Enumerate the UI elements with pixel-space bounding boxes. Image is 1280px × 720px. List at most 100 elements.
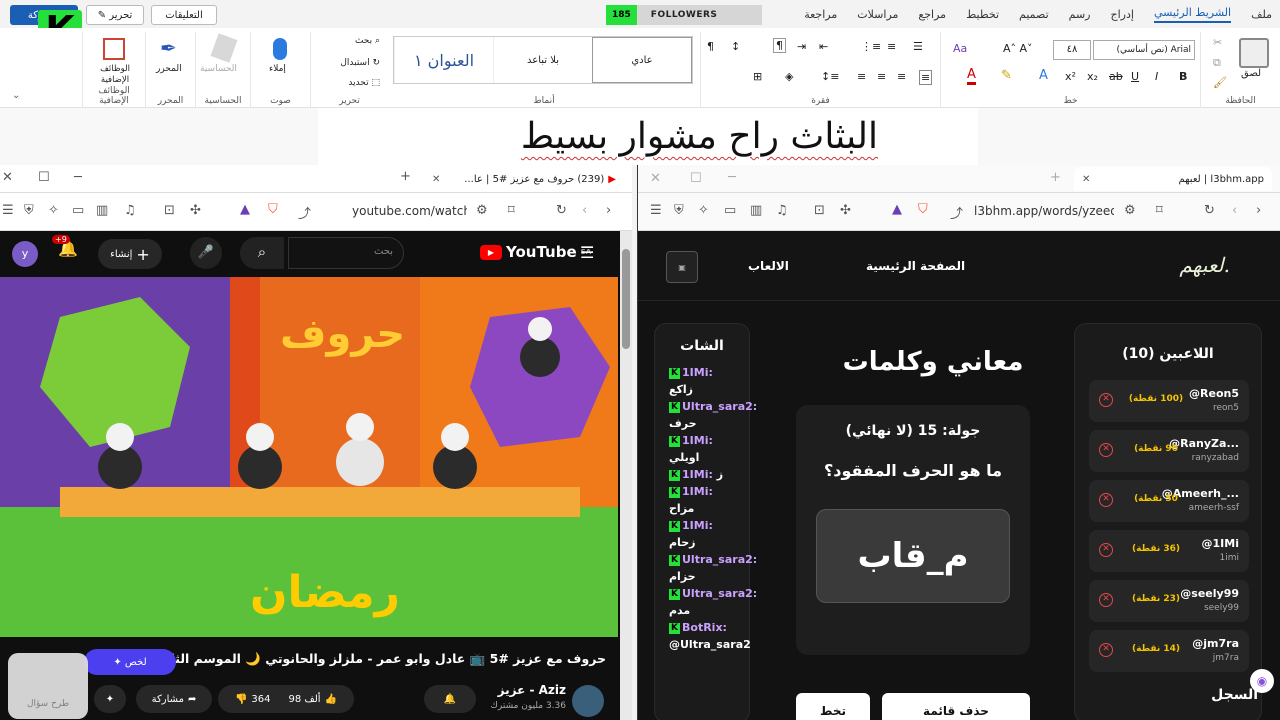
channel-name[interactable]: Aziz - عزيز <box>486 683 566 697</box>
document-text[interactable]: البثاث راح مشوار بسيط <box>521 116 878 157</box>
sidebar-icon[interactable]: ▥ <box>750 203 762 218</box>
bell-subscribe-button[interactable]: 🔔 <box>424 685 476 713</box>
collapse-ribbon-icon[interactable]: ⌄ <box>12 90 20 101</box>
channel-avatar[interactable] <box>572 685 604 717</box>
find-button[interactable]: ⌕ بحث <box>355 36 380 46</box>
sensitivity-icon[interactable] <box>210 33 238 63</box>
search-button[interactable]: ⌕ <box>240 237 284 269</box>
text-effects-icon[interactable]: A <box>1039 68 1048 83</box>
bookmark-icon[interactable]: ⌑ <box>1156 203 1163 218</box>
tab-l3bhm[interactable]: l3bhm.app | لعبهم ✕ <box>1074 167 1272 191</box>
outdent-icon[interactable]: ⇥ <box>797 40 806 53</box>
paste-icon[interactable] <box>1239 38 1269 68</box>
rtl-icon[interactable]: ¶ <box>773 38 786 53</box>
line-spacing-icon[interactable]: ↕≡ <box>821 70 839 83</box>
remove-player-icon[interactable]: ✕ <box>1099 393 1113 407</box>
screenshot-icon[interactable]: ⊡ <box>164 203 175 218</box>
subscript-icon[interactable]: x₂ <box>1087 70 1098 83</box>
justify-icon[interactable]: ≡ <box>857 70 866 83</box>
rewards-icon[interactable]: ▲ <box>892 202 902 217</box>
share-video-button[interactable]: مشاركة ➦ <box>136 685 212 713</box>
scrollbar-thumb[interactable] <box>622 249 630 349</box>
extensions-icon[interactable]: ✧ <box>698 203 709 218</box>
highlight-icon[interactable]: ✎ <box>1001 68 1012 83</box>
music-icon[interactable]: ♫ <box>776 203 788 218</box>
user-thumbnail-icon[interactable]: ▣ <box>666 251 698 283</box>
video-player[interactable]: حروف رمضان <box>0 277 618 637</box>
skip-button[interactable]: تخط <box>796 693 870 720</box>
nav-home[interactable]: الصفحة الرئيسية <box>866 259 965 273</box>
like-icon[interactable]: 👍 <box>325 694 337 705</box>
strikethrough-icon[interactable]: ab <box>1109 70 1123 83</box>
shading-icon[interactable]: ◈ <box>785 70 793 83</box>
share-page-icon[interactable]: ⤴ <box>298 203 311 222</box>
wallet-icon[interactable]: ▭ <box>724 203 736 218</box>
menu-icon[interactable]: ☰ <box>2 203 14 218</box>
music-icon[interactable]: ♫ <box>124 203 136 218</box>
close-window-icon[interactable]: ✕ <box>2 170 13 185</box>
tab-mailings[interactable]: مراسلات <box>857 8 898 21</box>
brave-shield-icon[interactable]: ⛉ <box>268 202 278 217</box>
minimize-icon[interactable]: ─ <box>74 170 82 185</box>
summarize-button[interactable]: ✦ لخص <box>84 649 176 675</box>
show-marks-icon[interactable]: ¶ <box>707 40 714 53</box>
dislike-icon[interactable]: 👎 <box>235 694 247 705</box>
new-tab-icon[interactable]: + <box>400 169 411 184</box>
multilevel-list-icon[interactable]: ⋮≡ <box>861 40 881 53</box>
brave-shield-icon[interactable]: ⛉ <box>918 202 928 217</box>
share-page-icon[interactable]: ⤴ <box>950 203 963 222</box>
tab-insert[interactable]: إدراج <box>1111 8 1134 21</box>
create-button[interactable]: إنشاء + <box>98 239 162 269</box>
indent-icon[interactable]: ⇤ <box>819 40 828 53</box>
tab-home[interactable]: الشريط الرئيسي <box>1153 6 1232 23</box>
tab-design[interactable]: تصميم <box>1019 8 1049 21</box>
font-color-icon[interactable]: A <box>967 68 976 85</box>
nav-games[interactable]: الالعاب <box>748 259 789 273</box>
remove-player-icon[interactable]: ✕ <box>1099 443 1113 457</box>
italic-icon[interactable]: I <box>1155 70 1158 83</box>
close-window-icon[interactable]: ✕ <box>650 171 661 186</box>
forward-icon[interactable]: ‹ <box>1232 203 1237 218</box>
tab-file[interactable]: ملف <box>1251 8 1272 21</box>
editing-button[interactable]: ✎ تحرير <box>86 5 144 25</box>
maximize-icon[interactable]: ☐ <box>690 171 702 186</box>
address-bar[interactable]: l3bhm.app/words/yzeed-... <box>974 204 1114 218</box>
underline-icon[interactable]: U <box>1131 70 1139 83</box>
menu-icon[interactable]: ☰ <box>650 203 662 218</box>
align-center-icon[interactable]: ≡ <box>897 70 906 83</box>
style-heading-1[interactable]: العنوان ١ <box>394 37 493 83</box>
tab-draw[interactable]: رسم <box>1069 8 1091 21</box>
maximize-icon[interactable]: ☐ <box>38 170 50 185</box>
avatar[interactable]: y <box>12 241 38 267</box>
youtube-logo[interactable]: ▶ YouTube SA <box>480 243 591 261</box>
copy-icon[interactable]: ⧉ <box>1213 56 1221 70</box>
superscript-icon[interactable]: x² <box>1065 70 1076 83</box>
back-icon[interactable]: › <box>606 203 611 218</box>
numbering-icon[interactable]: ≡ <box>887 40 896 53</box>
scrollbar[interactable] <box>620 231 632 720</box>
screenshot-icon[interactable]: ⊡ <box>814 203 825 218</box>
change-case-icon[interactable]: Aa <box>953 42 967 55</box>
guide-menu-icon[interactable]: ☰ <box>580 243 594 262</box>
shield-icon[interactable]: ⛨ <box>674 203 684 218</box>
align-right-icon[interactable]: ≡ <box>919 70 933 85</box>
notifications-bell-icon[interactable]: 🔔 +9 <box>52 235 78 258</box>
comments-button[interactable]: التعليقات <box>151 5 217 25</box>
tab-youtube[interactable]: ▶ (239) حروف مع عزيز #5 | عا... ✕ <box>424 167 624 191</box>
select-button[interactable]: ⬚ تحديد <box>348 78 380 88</box>
site-settings-icon[interactable]: ⚙ <box>1124 203 1136 218</box>
close-tab-icon[interactable]: ✕ <box>1082 174 1090 185</box>
close-tab-icon[interactable]: ✕ <box>432 174 440 185</box>
wallet-icon[interactable]: ▭ <box>72 203 84 218</box>
address-bar[interactable]: youtube.com/watch... <box>352 204 467 218</box>
assistant-icon[interactable]: ◉ <box>1250 669 1274 693</box>
reload-icon[interactable]: ↻ <box>556 203 567 218</box>
font-size-select[interactable]: ٤٨ <box>1053 40 1091 60</box>
editor-icon[interactable]: ✒ <box>160 36 177 60</box>
sort-icon[interactable]: ↕ <box>731 40 740 53</box>
site-settings-icon[interactable]: ⚙ <box>476 203 488 218</box>
document-page[interactable]: البثاث راح مشوار بسيط <box>318 108 978 165</box>
ask-question-widget[interactable]: طرح سؤال <box>8 653 88 719</box>
tab-layout[interactable]: تخطيط <box>966 8 999 21</box>
site-logo[interactable]: لعبهم. <box>1179 253 1230 277</box>
